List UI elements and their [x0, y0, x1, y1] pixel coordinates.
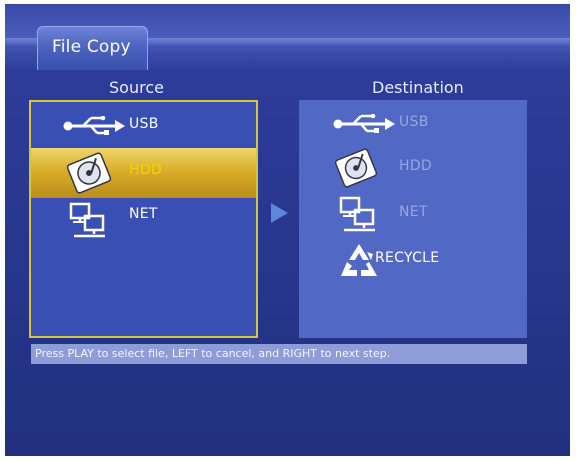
destination-item-hdd[interactable]: HDD	[299, 146, 527, 190]
help-text: Press PLAY to select file, LEFT to cance…	[35, 347, 391, 360]
destination-heading: Destination	[372, 78, 464, 97]
help-bar: Press PLAY to select file, LEFT to cance…	[31, 344, 527, 364]
hdd-icon	[335, 148, 377, 188]
destination-item-label: USB	[399, 114, 429, 130]
source-item-label: USB	[129, 116, 159, 132]
page-title: File Copy	[52, 37, 131, 57]
destination-item-label: RECYCLE	[375, 250, 440, 266]
source-item-label: NET	[129, 206, 158, 222]
destination-item-usb[interactable]: USB	[299, 102, 527, 146]
usb-icon	[63, 116, 125, 135]
source-item-label: HDD	[129, 162, 162, 178]
destination-item-recycle[interactable]: RECYCLE	[299, 238, 527, 282]
next-step-arrow-icon	[271, 203, 288, 223]
title-tab: File Copy	[37, 26, 148, 70]
usb-icon	[333, 114, 395, 133]
source-list[interactable]: USB HDD NET	[29, 100, 258, 338]
source-item-net[interactable]: NET	[31, 198, 256, 242]
destination-item-label: NET	[399, 204, 428, 220]
source-heading: Source	[109, 78, 164, 97]
destination-item-label: HDD	[399, 158, 432, 174]
net-icon	[69, 202, 105, 238]
destination-item-net[interactable]: NET	[299, 192, 527, 236]
file-copy-screen: File Copy Source Destination USB HDD NET…	[5, 4, 570, 456]
recycle-icon	[341, 244, 377, 276]
net-icon	[339, 196, 375, 232]
hdd-icon	[67, 152, 111, 194]
destination-list[interactable]: USB HDD NET RECYCLE	[299, 100, 527, 338]
source-item-hdd[interactable]: HDD	[31, 148, 256, 198]
source-item-usb[interactable]: USB	[31, 104, 256, 148]
